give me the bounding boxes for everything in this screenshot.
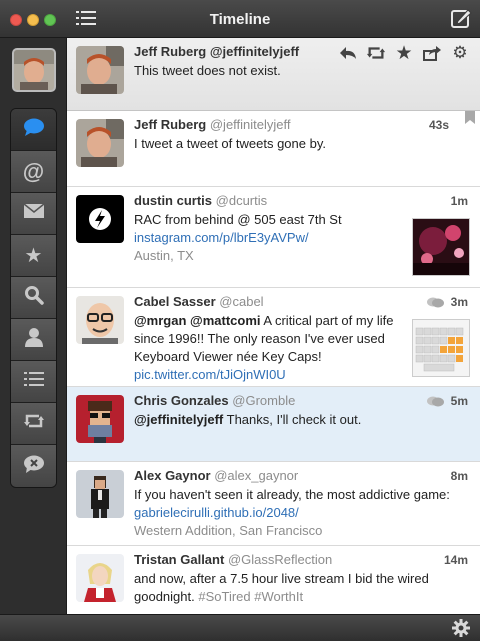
- gear-icon[interactable]: ⚙: [450, 43, 470, 62]
- tweet-text: RAC from behind @ 505 east 7th St: [134, 212, 342, 227]
- tweet-author-name[interactable]: Cabel Sasser: [134, 294, 216, 309]
- speech-bubble-icon: [23, 117, 45, 142]
- sidebar-item-lists[interactable]: [11, 361, 56, 403]
- tweet-author-name[interactable]: Jeff Ruberg: [134, 44, 206, 59]
- bottom-bar: [0, 614, 480, 641]
- tweet-timestamp: 1m: [450, 194, 468, 208]
- title-bar: Timeline: [0, 0, 480, 38]
- tweet-timestamp: 14m: [443, 553, 468, 567]
- hashtag-link[interactable]: #SoTired #WorthIt: [198, 589, 303, 604]
- tweet-row[interactable]: Cabel Sasser @cabel @mrgan @mattcomi A c…: [67, 288, 480, 387]
- timeline-feed: Jeff Ruberg @jeffinitelyjeff This tweet …: [67, 38, 480, 614]
- reply-icon[interactable]: [338, 44, 358, 62]
- tweet-row[interactable]: Tristan Gallant @GlassReflection and now…: [67, 546, 480, 614]
- avatar[interactable]: [76, 470, 124, 518]
- tweet-author-handle[interactable]: @jeffinitelyjeff: [210, 44, 299, 59]
- tweet-text: Thanks, I'll check it out.: [226, 412, 362, 427]
- tweet-author-handle[interactable]: @dcurtis: [216, 193, 268, 208]
- favorite-star-icon[interactable]: ★: [394, 43, 414, 64]
- tweet-author-name[interactable]: Tristan Gallant: [134, 552, 224, 567]
- sidebar-item-mentions[interactable]: @: [11, 151, 56, 193]
- avatar[interactable]: [76, 46, 124, 94]
- tweet-author-handle[interactable]: @Gromble: [232, 393, 295, 408]
- photo-thumbnail[interactable]: [412, 319, 470, 377]
- tweet-location[interactable]: Austin, TX: [134, 247, 400, 265]
- retweet-icon[interactable]: [366, 44, 386, 62]
- tweet-row[interactable]: dustin curtis @dcurtis RAC from behind @…: [67, 187, 480, 288]
- tweet-row[interactable]: Alex Gaynor @alex_gaynor If you haven't …: [67, 462, 480, 546]
- star-icon: ★: [24, 245, 43, 267]
- account-avatar[interactable]: [12, 48, 56, 92]
- conversation-bubble-icon[interactable]: [426, 395, 444, 408]
- tweet-text: I tweet a tweet of tweets gone by.: [134, 136, 326, 151]
- tweet-link[interactable]: instagram.com/p/lbrE3yAVPw/: [134, 229, 400, 247]
- photo-thumbnail[interactable]: [412, 218, 470, 276]
- sidebar-item-messages[interactable]: [11, 193, 56, 235]
- conversation-bubble-icon[interactable]: [426, 296, 444, 309]
- sidebar-item-favorites[interactable]: ★: [11, 235, 56, 277]
- tweet-author-handle[interactable]: @jeffinitelyjeff: [210, 117, 291, 132]
- tweet-author-name[interactable]: Jeff Ruberg: [134, 117, 206, 132]
- sidebar-item-profile[interactable]: [11, 319, 56, 361]
- avatar[interactable]: [76, 195, 124, 243]
- retweet-icon: [23, 412, 45, 435]
- sidebar-item-mutes[interactable]: [11, 445, 56, 487]
- tweet-actions: ★ ⚙: [338, 43, 470, 64]
- gear-icon[interactable]: [452, 619, 470, 637]
- tweet-author-handle[interactable]: @GlassReflection: [228, 552, 332, 567]
- tweet-timestamp: 3m: [450, 295, 468, 309]
- window-title: Timeline: [209, 11, 271, 28]
- tweet-author-name[interactable]: dustin curtis: [134, 193, 212, 208]
- envelope-icon: [23, 203, 45, 224]
- tweet-timestamp: 43s: [428, 118, 449, 132]
- compose-icon[interactable]: [450, 7, 472, 29]
- sidebar-nav: @ ★: [10, 108, 57, 488]
- avatar[interactable]: [76, 296, 124, 344]
- tweet-author-handle[interactable]: @alex_gaynor: [214, 468, 298, 483]
- mention-link[interactable]: @mattcomi: [190, 313, 260, 328]
- tweet-timestamp: 5m: [450, 394, 468, 408]
- at-sign-icon: @: [22, 158, 45, 184]
- mention-link[interactable]: @mrgan: [134, 313, 186, 328]
- tweet-author-name[interactable]: Chris Gonzales: [134, 393, 229, 408]
- mute-icon: [23, 454, 45, 479]
- bookmark-ribbon-icon: [465, 111, 475, 124]
- sidebar: @ ★: [0, 38, 67, 614]
- tweet-timestamp: 8m: [450, 469, 468, 483]
- tweet-author-handle[interactable]: @cabel: [219, 294, 263, 309]
- list-icon: [23, 371, 44, 392]
- magnifier-icon: [24, 285, 44, 310]
- share-icon[interactable]: [422, 44, 442, 62]
- tweet-row[interactable]: Jeff Ruberg @jeffinitelyjeff I tweet a t…: [67, 111, 480, 187]
- tweet-link[interactable]: gabrielecirulli.github.io/2048/: [134, 504, 468, 522]
- tweet-text: If you haven't seen it already, the most…: [134, 487, 450, 502]
- tweet-row-mention[interactable]: Chris Gonzales @Gromble @jeffinitelyjeff…: [67, 387, 480, 462]
- mention-link[interactable]: @jeffinitelyjeff: [134, 412, 223, 427]
- person-icon: [24, 327, 44, 352]
- sidebar-item-search[interactable]: [11, 277, 56, 319]
- sidebar-item-retweets[interactable]: [11, 403, 56, 445]
- tweet-author-name[interactable]: Alex Gaynor: [134, 468, 211, 483]
- avatar[interactable]: [76, 554, 124, 602]
- avatar[interactable]: [76, 395, 124, 443]
- tweet-location[interactable]: Western Addition, San Francisco: [134, 522, 468, 540]
- tweet-link[interactable]: pic.twitter.com/tJiOjnWI0U: [134, 366, 400, 384]
- tweet-text: This tweet does not exist.: [134, 63, 281, 78]
- tweet-row-selected[interactable]: Jeff Ruberg @jeffinitelyjeff This tweet …: [67, 38, 480, 111]
- avatar[interactable]: [76, 119, 124, 167]
- sidebar-item-timeline[interactable]: [11, 109, 56, 151]
